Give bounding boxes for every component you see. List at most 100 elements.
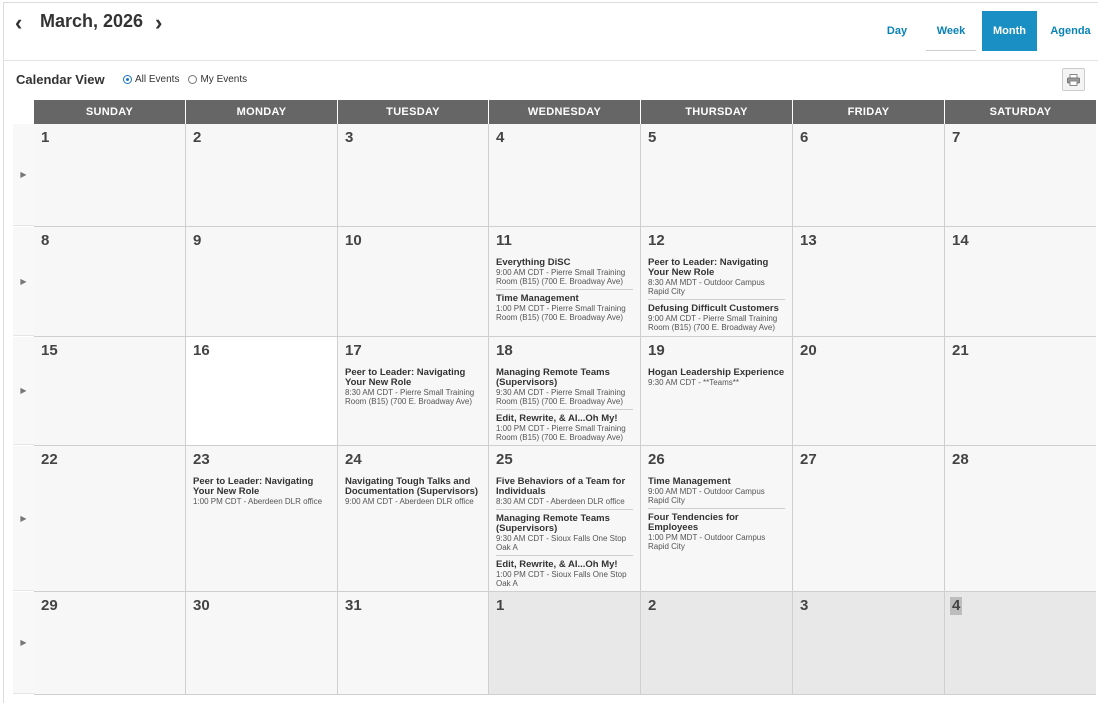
day-number[interactable]: 2 <box>193 129 201 147</box>
day-cell[interactable]: 10 <box>338 227 489 336</box>
day-number[interactable]: 4 <box>496 129 504 147</box>
day-cell[interactable]: 25 Five Behaviors of a Team for Individua… <box>489 446 641 591</box>
day-number[interactable]: 5 <box>648 129 656 147</box>
day-cell[interactable]: 27 <box>793 446 945 591</box>
day-number[interactable]: 24 <box>345 451 362 469</box>
calendar-event[interactable]: Four Tendencies for Employees 1:00 PM MDT… <box>648 513 785 554</box>
event-title[interactable]: Peer to Leader: Navigating Your New Role <box>648 258 785 278</box>
day-number[interactable]: 9 <box>193 232 201 250</box>
day-cell[interactable]: 14 <box>945 227 1096 336</box>
event-title[interactable]: Edit, Rewrite, & AI...Oh My! <box>496 560 633 570</box>
day-cell[interactable]: 22 <box>34 446 186 591</box>
day-number[interactable]: 25 <box>496 451 513 469</box>
day-cell[interactable]: 31 <box>338 592 489 694</box>
day-cell[interactable]: 16 <box>186 337 338 445</box>
day-number[interactable]: 31 <box>345 597 362 615</box>
event-title[interactable]: Everything DiSC <box>496 258 633 268</box>
day-number[interactable]: 21 <box>952 342 969 360</box>
day-number[interactable]: 3 <box>800 597 808 615</box>
day-cell[interactable]: 2 <box>186 124 338 226</box>
expand-week-icon[interactable]: ▶ <box>13 446 34 591</box>
day-number[interactable]: 22 <box>41 451 58 469</box>
day-number[interactable]: 12 <box>648 232 665 250</box>
print-button[interactable] <box>1062 68 1085 91</box>
calendar-event[interactable]: Edit, Rewrite, & AI...Oh My! 1:00 PM CDT … <box>496 560 633 591</box>
calendar-event[interactable]: Managing Remote Teams (Supervisors) 9:30 … <box>496 368 633 410</box>
day-number[interactable]: 7 <box>952 129 960 147</box>
day-cell[interactable]: 3 <box>793 592 945 694</box>
event-title[interactable]: Five Behaviors of a Team for Individuals <box>496 477 633 497</box>
day-number[interactable]: 16 <box>193 342 210 360</box>
tab-agenda[interactable]: Agenda <box>1043 11 1098 51</box>
day-cell[interactable]: 4 <box>945 592 1096 694</box>
day-number[interactable]: 29 <box>41 597 58 615</box>
day-cell[interactable]: 26 Time Management 9:00 AM MDT - Outdoor C… <box>641 446 793 591</box>
day-cell[interactable]: 18 Managing Remote Teams (Supervisors) 9:3… <box>489 337 641 445</box>
day-cell[interactable]: 13 <box>793 227 945 336</box>
day-cell[interactable]: 8 <box>34 227 186 336</box>
event-title[interactable]: Four Tendencies for Employees <box>648 513 785 533</box>
calendar-event[interactable]: Time Management 1:00 PM CDT - Pierre Smal… <box>496 294 633 325</box>
day-cell[interactable]: 12 Peer to Leader: Navigating Your New Ro… <box>641 227 793 336</box>
day-cell[interactable]: 21 <box>945 337 1096 445</box>
day-number[interactable]: 14 <box>952 232 969 250</box>
calendar-event[interactable]: Time Management 9:00 AM MDT - Outdoor Cam… <box>648 477 785 509</box>
event-title[interactable]: Peer to Leader: Navigating Your New Role <box>345 368 481 388</box>
day-number[interactable]: 28 <box>952 451 969 469</box>
day-number[interactable]: 2 <box>648 597 656 615</box>
day-number[interactable]: 3 <box>345 129 353 147</box>
day-number[interactable]: 4 <box>950 597 963 615</box>
day-cell[interactable]: 23 Peer to Leader: Navigating Your New Ro… <box>186 446 338 591</box>
day-cell[interactable]: 24 Navigating Tough Talks and Documentati… <box>338 446 489 591</box>
event-title[interactable]: Peer to Leader: Navigating Your New Role <box>193 477 330 497</box>
all-events-label[interactable]: All Events <box>135 74 179 85</box>
day-number[interactable]: 26 <box>648 451 665 469</box>
event-title[interactable]: Time Management <box>648 477 785 487</box>
tab-week[interactable]: Week <box>926 11 976 51</box>
day-number[interactable]: 15 <box>41 342 58 360</box>
event-title[interactable]: Managing Remote Teams (Supervisors) <box>496 514 633 534</box>
day-cell[interactable]: 17 Peer to Leader: Navigating Your New Ro… <box>338 337 489 445</box>
day-cell[interactable]: 20 <box>793 337 945 445</box>
day-cell[interactable]: 28 <box>945 446 1096 591</box>
calendar-event[interactable]: Peer to Leader: Navigating Your New Role… <box>345 368 481 409</box>
day-number[interactable]: 8 <box>41 232 49 250</box>
tab-day[interactable]: Day <box>874 11 920 51</box>
expand-week-icon[interactable]: ▶ <box>13 227 34 336</box>
chevron-right-icon[interactable]: › <box>155 12 162 34</box>
expand-week-icon[interactable]: ▶ <box>13 592 34 694</box>
day-cell[interactable]: 3 <box>338 124 489 226</box>
my-events-radio[interactable] <box>188 75 198 84</box>
day-cell[interactable]: 11 Everything DiSC 9:00 AM CDT - Pierre Sm… <box>489 227 641 336</box>
calendar-event[interactable]: Edit, Rewrite, & AI...Oh My! 1:00 PM CDT … <box>496 414 633 445</box>
day-cell[interactable]: 30 <box>186 592 338 694</box>
day-number[interactable]: 27 <box>800 451 817 469</box>
calendar-event[interactable]: Five Behaviors of a Team for Individuals… <box>496 477 633 510</box>
all-events-radio[interactable] <box>123 75 132 84</box>
day-number[interactable]: 23 <box>193 451 210 469</box>
day-cell[interactable]: 2 <box>641 592 793 694</box>
day-number[interactable]: 6 <box>800 129 808 147</box>
day-number[interactable]: 17 <box>345 342 362 360</box>
day-number[interactable]: 30 <box>193 597 210 615</box>
event-title[interactable]: Defusing Difficult Customers <box>648 304 785 314</box>
calendar-event[interactable]: Navigating Tough Talks and Documentation… <box>345 477 481 509</box>
calendar-event[interactable]: Everything DiSC 9:00 AM CDT - Pierre Smal… <box>496 258 633 290</box>
my-events-label[interactable]: My Events <box>200 74 247 85</box>
chevron-left-icon[interactable]: ‹ <box>15 12 22 34</box>
event-title[interactable]: Time Management <box>496 294 633 304</box>
event-title[interactable]: Managing Remote Teams (Supervisors) <box>496 368 633 388</box>
day-cell[interactable]: 29 <box>34 592 186 694</box>
day-cell[interactable]: 19 Hogan Leadership Experience 9:30 AM CDT… <box>641 337 793 445</box>
event-title[interactable]: Navigating Tough Talks and Documentation… <box>345 477 481 497</box>
expand-week-icon[interactable]: ▶ <box>13 124 34 226</box>
day-cell[interactable]: 1 <box>34 124 186 226</box>
day-cell[interactable]: 1 <box>489 592 641 694</box>
day-number[interactable]: 13 <box>800 232 817 250</box>
day-number[interactable]: 10 <box>345 232 362 250</box>
day-number[interactable]: 20 <box>800 342 817 360</box>
day-cell[interactable]: 7 <box>945 124 1096 226</box>
day-cell[interactable]: 4 <box>489 124 641 226</box>
day-cell[interactable]: 15 <box>34 337 186 445</box>
event-title[interactable]: Edit, Rewrite, & AI...Oh My! <box>496 414 633 424</box>
